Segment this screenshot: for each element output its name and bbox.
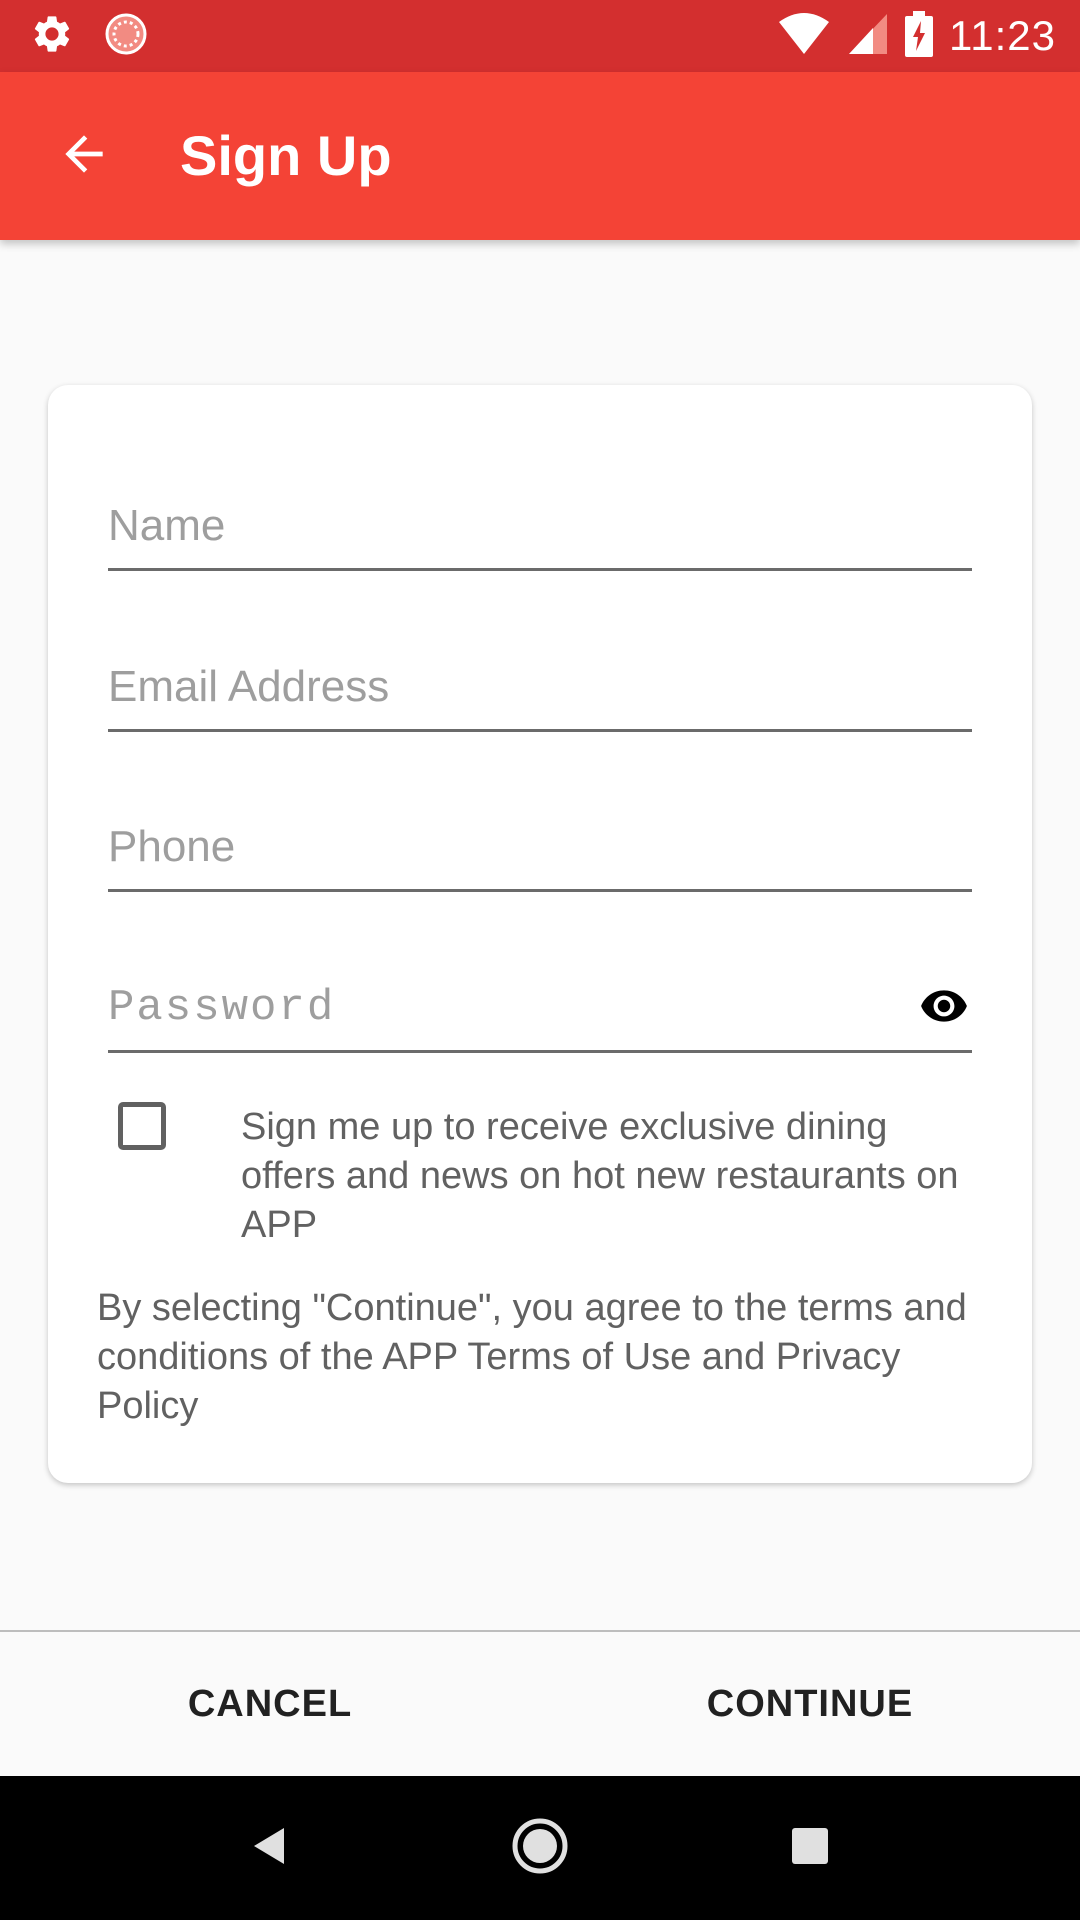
cancel-button[interactable]: CANCEL (150, 1632, 390, 1776)
status-bar: 11:23 (0, 0, 1080, 72)
nav-home-icon (510, 1816, 570, 1881)
system-nav-bar (0, 1776, 1080, 1920)
name-field (108, 488, 972, 571)
nav-back-button[interactable] (234, 1812, 306, 1884)
page-title: Sign Up (180, 124, 392, 187)
loading-spinner-icon (104, 12, 148, 61)
settings-icon (30, 12, 74, 61)
back-button[interactable] (48, 120, 120, 192)
email-input[interactable] (108, 649, 972, 725)
bottom-action-bar: CANCEL CONTINUE (0, 1632, 1080, 1776)
nav-home-button[interactable] (504, 1812, 576, 1884)
battery-charging-icon (905, 10, 933, 62)
phone-field (108, 809, 972, 892)
nav-recents-button[interactable] (774, 1812, 846, 1884)
cellular-signal-icon (847, 12, 889, 61)
opt-in-checkbox[interactable] (118, 1102, 166, 1150)
terms-notice: By selecting "Continue", you agree to th… (97, 1287, 967, 1427)
sign-up-card: Sign me up to receive exclusive dining o… (48, 385, 1032, 1483)
password-visibility-toggle[interactable] (916, 980, 972, 1036)
app-bar: Sign Up (0, 72, 1080, 240)
status-right-icons: 11:23 (777, 0, 1056, 72)
name-input[interactable] (108, 488, 972, 564)
password-input[interactable] (108, 970, 972, 1046)
email-field (108, 649, 972, 732)
wifi-icon (777, 12, 831, 61)
phone-input[interactable] (108, 809, 972, 885)
arrow-back-icon (56, 126, 112, 187)
nav-recents-icon (790, 1826, 830, 1871)
password-field (108, 970, 972, 1053)
status-left-icons (30, 12, 148, 60)
status-time: 11:23 (949, 12, 1056, 59)
eye-icon (919, 981, 969, 1036)
nav-back-icon (248, 1824, 292, 1873)
continue-button[interactable]: CONTINUE (690, 1632, 930, 1776)
opt-in-label: Sign me up to receive exclusive dining o… (241, 1106, 959, 1246)
